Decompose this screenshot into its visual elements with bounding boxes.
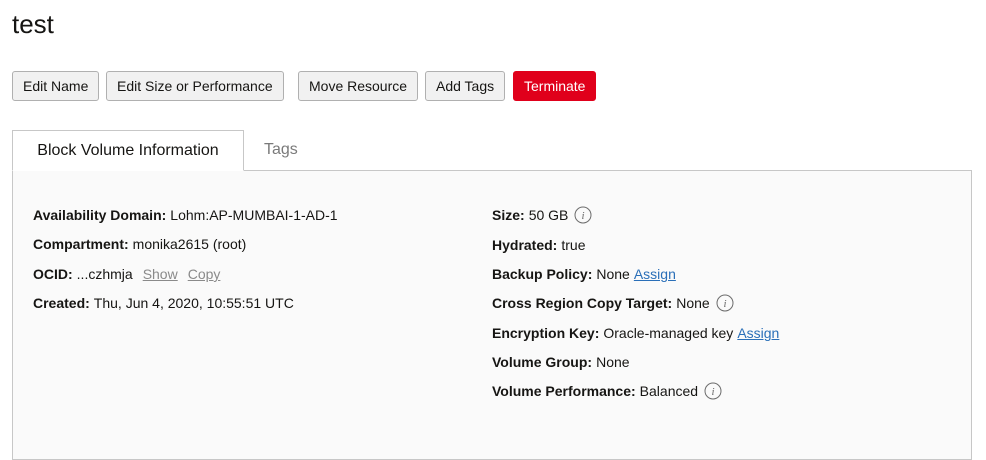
compartment-value: monika2615 (root) [132, 236, 247, 252]
ocid-value: ...czhmja [76, 266, 133, 282]
availability-domain-label: Availability Domain: [33, 207, 167, 223]
created-label: Created: [33, 295, 90, 311]
move-resource-button[interactable]: Move Resource [298, 71, 419, 101]
svg-text:i: i [723, 298, 726, 310]
size-value: 50 GB [528, 207, 569, 223]
volume-group-value: None [596, 354, 630, 370]
tab-tags[interactable]: Tags [264, 130, 298, 171]
encryption-key-value: Oracle-managed key [603, 325, 734, 341]
compartment-row: Compartment: monika2615 (root) [33, 235, 246, 253]
encryption-key-label: Encryption Key: [492, 325, 600, 341]
size-row: Size: 50 GB i [492, 206, 592, 224]
availability-domain-value: Lohm:AP-MUMBAI-1-AD-1 [170, 207, 338, 223]
terminate-button[interactable]: Terminate [513, 71, 597, 101]
compartment-label: Compartment: [33, 236, 129, 252]
backup-policy-label: Backup Policy: [492, 266, 593, 282]
created-row: Created: Thu, Jun 4, 2020, 10:55:51 UTC [33, 294, 294, 312]
add-tags-button[interactable]: Add Tags [425, 71, 506, 101]
volume-group-row: Volume Group: None [492, 353, 630, 371]
edit-size-performance-button[interactable]: Edit Size or Performance [106, 71, 284, 101]
backup-policy-row: Backup Policy: None Assign [492, 265, 676, 283]
backup-policy-assign-link[interactable]: Assign [634, 265, 676, 283]
ocid-copy-link[interactable]: Copy [188, 265, 221, 283]
page-title: test [12, 9, 54, 39]
created-value: Thu, Jun 4, 2020, 10:55:51 UTC [93, 295, 294, 311]
encryption-key-row: Encryption Key: Oracle-managed key Assig… [492, 324, 779, 342]
hydrated-value: true [561, 237, 586, 253]
encryption-key-assign-link[interactable]: Assign [737, 324, 779, 342]
volume-performance-row: Volume Performance: Balanced i [492, 382, 722, 400]
svg-text:i: i [582, 210, 585, 222]
volume-group-label: Volume Group: [492, 354, 593, 370]
hydrated-label: Hydrated: [492, 237, 558, 253]
size-label: Size: [492, 207, 525, 223]
ocid-row: OCID: ...czhmja Show Copy [33, 265, 220, 283]
backup-policy-value: None [596, 266, 630, 282]
edit-name-button[interactable]: Edit Name [12, 71, 100, 101]
cross-region-copy-value: None [676, 295, 710, 311]
ocid-show-link[interactable]: Show [143, 265, 178, 283]
cross-region-copy-label: Cross Region Copy Target: [492, 295, 673, 311]
svg-text:i: i [712, 386, 715, 398]
volume-performance-label: Volume Performance: [492, 383, 636, 399]
info-icon[interactable]: i [716, 294, 734, 312]
hydrated-row: Hydrated: true [492, 236, 585, 254]
ocid-label: OCID: [33, 266, 73, 282]
availability-domain-row: Availability Domain: Lohm:AP-MUMBAI-1-AD… [33, 206, 338, 224]
tab-block-volume-information[interactable]: Block Volume Information [12, 130, 244, 171]
info-icon[interactable]: i [574, 206, 592, 224]
cross-region-copy-row: Cross Region Copy Target: None i [492, 294, 734, 312]
volume-performance-value: Balanced [639, 383, 699, 399]
info-icon[interactable]: i [704, 382, 722, 400]
